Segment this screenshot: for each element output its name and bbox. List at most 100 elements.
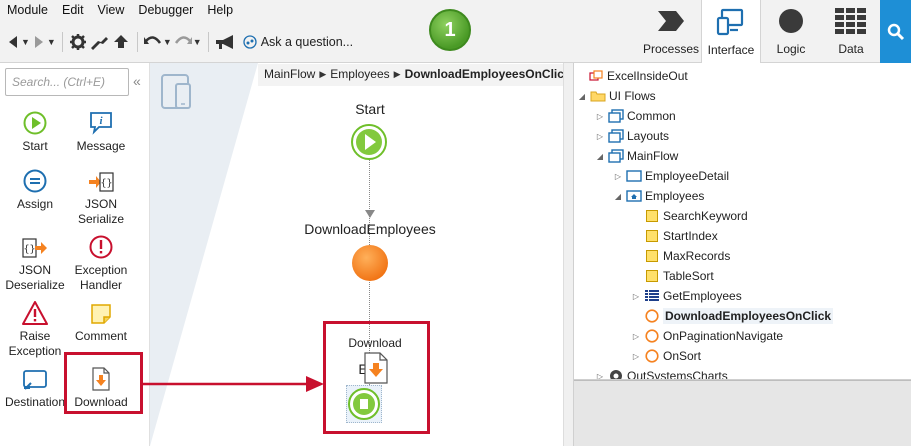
server-action-node-label: DownloadEmployees (304, 221, 436, 237)
chevron-down-icon: ▼ (162, 37, 172, 47)
back-arrow-icon (9, 36, 17, 48)
chevron-down-icon: ▼ (21, 37, 30, 47)
home-screen-icon (626, 189, 642, 203)
expanded-triangle-icon[interactable]: ◢ (594, 152, 606, 161)
tree-item-tablesort[interactable]: TableSort (630, 266, 714, 286)
svg-text:{}: {} (23, 244, 35, 255)
comment-icon (68, 297, 134, 325)
breadcrumb-employees[interactable]: Employees (330, 67, 389, 83)
canvas-scrollbar[interactable] (563, 63, 573, 446)
tree-item-common[interactable]: ▷ Common (594, 106, 676, 126)
tree-item-outsystemscharts[interactable]: ▷ OutSystemsCharts (594, 366, 728, 379)
tab-interface[interactable]: Interface (701, 0, 761, 64)
menu-debugger[interactable]: Debugger (131, 0, 200, 22)
expanded-triangle-icon[interactable]: ◢ (612, 192, 624, 201)
collapsed-triangle-icon[interactable]: ▷ (630, 352, 642, 361)
end-node-icon (348, 388, 380, 420)
tool-start[interactable]: Start (2, 107, 68, 154)
undo-button[interactable]: ▼ (143, 29, 172, 55)
question-icon (243, 35, 257, 49)
exception-handler-icon (68, 231, 134, 259)
tree-item-mainflow[interactable]: ◢ MainFlow (594, 146, 678, 166)
wrench-icon (90, 37, 108, 50)
collapsed-triangle-icon[interactable]: ▷ (630, 292, 642, 301)
tree-item-employeedetail[interactable]: ▷ EmployeeDetail (612, 166, 729, 186)
search-button[interactable] (880, 0, 911, 63)
aggregate-icon (644, 289, 660, 303)
menu-bar: Module Edit View Debugger Help (0, 0, 240, 22)
tab-logic[interactable]: Logic (761, 0, 821, 63)
tree-item-module[interactable]: ExcelInsideOut (574, 66, 688, 86)
menu-help[interactable]: Help (200, 0, 240, 22)
tree-item-downloademployeesonclick[interactable]: DownloadEmployeesOnClick (630, 306, 834, 326)
tool-json-deserialize[interactable]: {} JSON Deserialize (2, 231, 68, 293)
announcements-button[interactable] (215, 29, 237, 55)
ask-question-link[interactable]: Ask a question... (243, 35, 353, 49)
screen-icon (626, 169, 642, 183)
logic-icon (777, 6, 805, 36)
service-studio-window: Module Edit View Debugger Help ▼ ▼ ▼ ▼ A… (0, 0, 911, 446)
redo-icon (174, 36, 192, 44)
tree-item-maxrecords[interactable]: MaxRecords (630, 246, 730, 266)
tab-data[interactable]: Data (821, 0, 881, 63)
undo-icon (143, 36, 161, 44)
tool-message-label: Message (76, 139, 126, 153)
server-action-node[interactable] (351, 244, 389, 285)
expanded-triangle-icon[interactable]: ◢ (576, 92, 588, 101)
local-variable-icon (644, 249, 660, 263)
tree-item-label: UI Flows (609, 89, 656, 103)
collapsed-triangle-icon[interactable]: ▷ (630, 332, 642, 341)
tool-destination[interactable]: Destination (2, 363, 68, 410)
tab-processes[interactable]: Processes (641, 0, 701, 63)
menu-edit[interactable]: Edit (55, 0, 91, 22)
collapse-panel-icon[interactable]: « (133, 73, 141, 89)
collapsed-triangle-icon[interactable]: ▷ (594, 112, 606, 121)
menu-module[interactable]: Module (0, 0, 55, 22)
tree-item-employees[interactable]: ◢ Employees (612, 186, 704, 206)
tool-json-serialize[interactable]: {} JSON Serialize (68, 165, 134, 227)
assign-icon (2, 165, 68, 193)
tree-item-ui-flows[interactable]: ◢ UI Flows (576, 86, 656, 106)
tree-item-onpaginationnavigate[interactable]: ▷ OnPaginationNavigate (630, 326, 783, 346)
tool-destination-label: Destination (4, 395, 66, 409)
menu-view[interactable]: View (91, 0, 132, 22)
publish-button[interactable] (111, 29, 131, 55)
collapsed-triangle-icon[interactable]: ▷ (594, 372, 606, 380)
start-node[interactable] (350, 123, 388, 164)
debug-button[interactable] (89, 29, 109, 55)
tool-json-serialize-label: JSON Serialize (77, 197, 125, 226)
tool-raise-exception[interactable]: Raise Exception (2, 297, 68, 359)
start-node-label: Start (355, 101, 385, 117)
collapsed-triangle-icon[interactable]: ▷ (594, 132, 606, 141)
device-preview-icon[interactable] (161, 74, 193, 113)
tree-item-label: ExcelInsideOut (607, 69, 688, 83)
tool-comment[interactable]: Comment (68, 297, 134, 344)
forward-arrow-icon (34, 36, 43, 48)
forward-button[interactable]: ▼ (32, 29, 56, 55)
tool-assign[interactable]: Assign (2, 165, 68, 212)
megaphone-icon (215, 35, 233, 49)
breadcrumb-mainflow[interactable]: MainFlow (264, 67, 315, 83)
tool-comment-label: Comment (74, 329, 127, 343)
toolbar-divider (207, 32, 209, 52)
tree-item-startindex[interactable]: StartIndex (630, 226, 718, 246)
collapsed-triangle-icon[interactable]: ▷ (612, 172, 624, 181)
end-node[interactable] (346, 385, 382, 423)
tool-exception-handler[interactable]: Exception Handler (68, 231, 134, 293)
redo-button[interactable]: ▼ (174, 29, 202, 55)
tool-message[interactable]: i Message (68, 107, 134, 154)
toolbox-search-input[interactable]: Search... (Ctrl+E) (5, 68, 129, 96)
settings-button[interactable] (69, 29, 87, 55)
processes-icon (656, 6, 686, 36)
tree-item-onsort[interactable]: ▷ OnSort (630, 346, 701, 366)
back-button[interactable]: ▼ (6, 29, 30, 55)
ui-flow-icon (608, 129, 624, 143)
client-action-icon (644, 329, 660, 343)
tree-item-searchkeyword[interactable]: SearchKeyword (630, 206, 748, 226)
local-variable-icon (644, 269, 660, 283)
tree-item-label: OnSort (663, 349, 702, 363)
tree-item-layouts[interactable]: ▷ Layouts (594, 126, 669, 146)
tree-item-getemployees[interactable]: ▷ GetEmployees (630, 286, 742, 306)
download-node-label: Download (348, 336, 402, 350)
main-tabs: Processes Interface Logic Data (641, 0, 881, 64)
